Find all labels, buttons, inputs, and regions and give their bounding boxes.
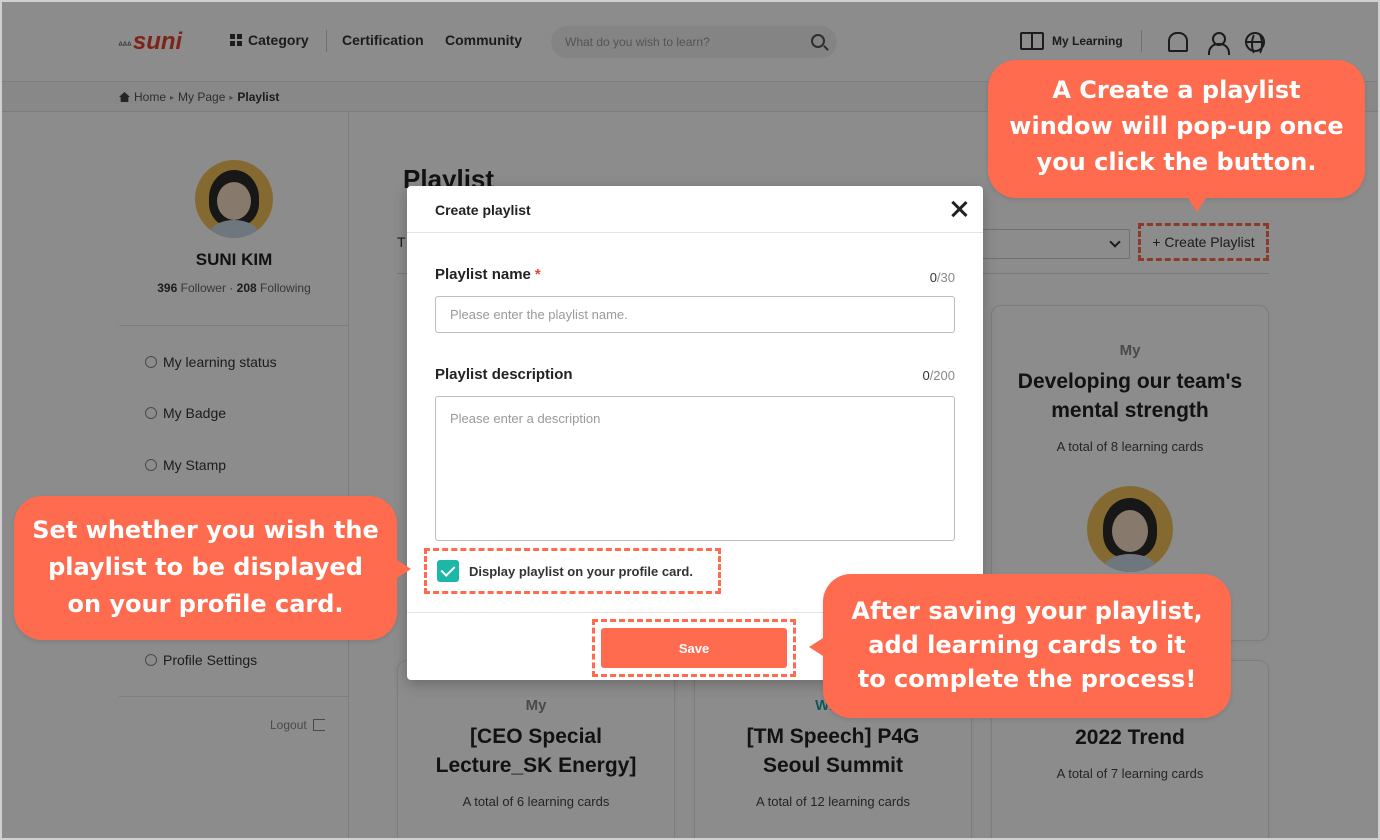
callout-line: playlist to be displayed [48,553,363,581]
callout-line: A Create a playlist [1052,76,1301,104]
screenshot-frame: ᐞᐞᐞ suni Category Certification Communit… [0,0,1380,840]
desc-char-count: 0 [922,368,930,383]
playlist-description-counter: 0/200 [897,368,955,383]
callout-save-next-step: After saving your playlist, add learning… [809,574,1231,718]
required-mark: * [534,266,541,283]
modal-header: Create playlist [407,186,983,233]
desc-char-max: /200 [929,368,955,383]
close-icon[interactable] [949,199,969,219]
callout-line: you click the button. [1036,148,1317,176]
display-on-profile-label[interactable]: Display playlist on your profile card. [469,564,693,579]
callout-line: add learning cards to it [868,631,1186,659]
display-on-profile-option[interactable]: Display playlist on your profile card. [424,548,721,594]
callout-create-playlist: A Create a playlist window will pop-up o… [988,60,1365,212]
modal-title: Create playlist [435,202,531,218]
playlist-name-label: Playlist name * [435,266,541,283]
callout-display-setting: Set whether you wish the playlist to be … [14,496,411,640]
playlist-description-textarea[interactable]: Please enter a description [435,396,955,541]
name-char-count: 0 [929,270,937,285]
callout-line: After saving your playlist, [851,597,1203,625]
display-on-profile-checkbox[interactable] [437,560,459,582]
name-char-max: /30 [936,270,955,285]
callout-line: window will pop-up once [1009,112,1344,140]
callout-line: to complete the process! [857,665,1197,693]
callout-line: on your profile card. [67,590,344,618]
callout-line: Set whether you wish the [32,516,379,544]
playlist-description-placeholder: Please enter a description [450,411,601,426]
save-highlight: Save [592,619,796,677]
playlist-name-counter: 0/30 [907,270,955,285]
playlist-name-label-text: Playlist name [435,266,531,283]
save-button[interactable]: Save [601,628,787,668]
playlist-description-label: Playlist description [435,366,573,383]
playlist-name-placeholder: Please enter the playlist name. [450,307,628,322]
playlist-name-input[interactable]: Please enter the playlist name. [435,296,955,333]
